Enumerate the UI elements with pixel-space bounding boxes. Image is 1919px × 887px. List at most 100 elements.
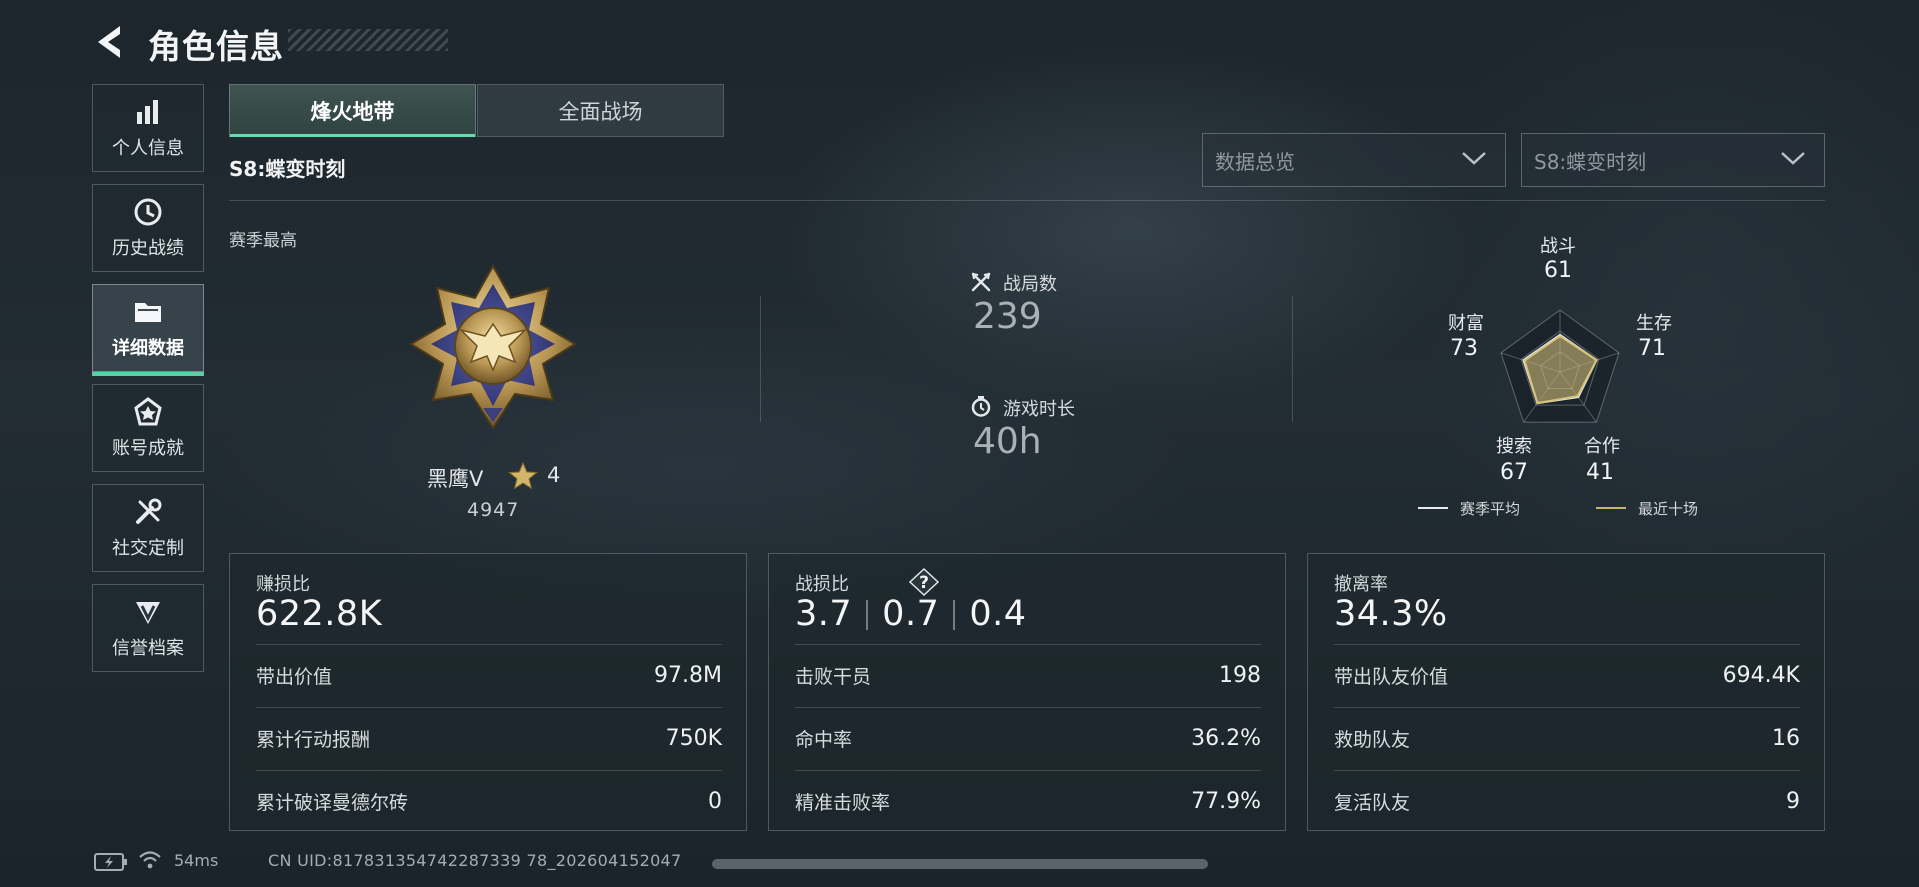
sidebar-item-social-custom[interactable]: 社交定制 bbox=[92, 484, 204, 572]
legend-season-average: 赛季平均 bbox=[1460, 500, 1521, 518]
sidebar-item-personal-info[interactable]: 个人信息 bbox=[92, 84, 204, 172]
kd-value-2: 0.7 bbox=[882, 594, 940, 634]
value-separator bbox=[953, 600, 956, 630]
radar-label-combat: 战斗 bbox=[1540, 236, 1576, 257]
stat-row: 累计破译曼德尔砖 0 bbox=[256, 770, 722, 833]
stat-label: 救助队友 bbox=[1334, 729, 1411, 751]
page-title: 角色信息 bbox=[148, 27, 284, 66]
panel-title: 战损比 bbox=[795, 574, 849, 595]
radar-value-survival: 71 bbox=[1638, 336, 1666, 361]
rank-medal-icon bbox=[409, 263, 577, 430]
panel-title: 赚损比 bbox=[256, 574, 310, 595]
ping-value: 54ms bbox=[174, 851, 219, 870]
stat-value: 0 bbox=[708, 789, 722, 814]
stat-row: 命中率 36.2% bbox=[795, 707, 1261, 770]
radar-value-combat: 61 bbox=[1544, 258, 1572, 283]
sidebar-item-label: 信誉档案 bbox=[112, 638, 184, 659]
sidebar-item-label: 历史战绩 bbox=[112, 238, 184, 259]
vertical-divider bbox=[760, 296, 761, 422]
sidebar-item-label: 社交定制 bbox=[112, 538, 184, 559]
sidebar-item-detailed-data[interactable]: 详细数据 bbox=[92, 284, 204, 376]
radar-value-wealth: 73 bbox=[1450, 336, 1478, 361]
panel-main-value: 3.7 0.7 0.4 bbox=[795, 594, 1027, 634]
section-divider bbox=[229, 200, 1825, 201]
stat-label: 累计破译曼德尔砖 bbox=[256, 792, 409, 814]
bar-chart-icon bbox=[137, 100, 158, 124]
radar-label-teamwork: 合作 bbox=[1584, 436, 1620, 457]
tab-warzone[interactable]: 烽火地带 bbox=[229, 84, 476, 137]
profit-ratio-panel: 赚损比 622.8K 带出价值 97.8M 累计行动报酬 750K 累计破译曼德… bbox=[229, 553, 747, 831]
sidebar-item-credit-profile[interactable]: 信誉档案 bbox=[92, 584, 204, 672]
stat-value: 16 bbox=[1772, 726, 1800, 751]
help-icon[interactable]: ? bbox=[909, 568, 939, 596]
sidebar-item-label: 详细数据 bbox=[112, 338, 184, 359]
stat-label: 命中率 bbox=[795, 729, 853, 751]
legend-season-average-swatch bbox=[1418, 507, 1448, 509]
legend-recent-ten: 最近十场 bbox=[1638, 500, 1699, 518]
stat-row: 救助队友 16 bbox=[1334, 707, 1800, 770]
matches-value: 239 bbox=[973, 296, 1042, 337]
sidebar-item-label: 账号成就 bbox=[112, 438, 184, 459]
kd-value-3: 0.4 bbox=[969, 594, 1027, 634]
battery-charging-icon bbox=[94, 853, 127, 871]
rank-name: 黑鹰V bbox=[427, 467, 484, 491]
radar-value-search: 67 bbox=[1500, 460, 1528, 485]
stat-label: 精准击败率 bbox=[795, 792, 891, 814]
season-select[interactable]: S8:蝶变时刻 bbox=[1521, 133, 1825, 187]
stat-value: 694.4K bbox=[1722, 663, 1800, 688]
rank-score: 4947 bbox=[467, 499, 520, 521]
stat-label: 击败干员 bbox=[795, 666, 872, 688]
kd-value-1: 3.7 bbox=[795, 594, 853, 634]
stat-row: 复活队友 9 bbox=[1334, 770, 1800, 833]
title-decoration bbox=[288, 29, 448, 51]
radar-label-search: 搜索 bbox=[1496, 436, 1532, 457]
extraction-rate-panel: 撤离率 34.3% 带出队友价值 694.4K 救助队友 16 复活队友 9 bbox=[1307, 553, 1825, 831]
legend-recent-ten-swatch bbox=[1596, 507, 1626, 509]
season-best-label: 赛季最高 bbox=[229, 231, 297, 251]
stat-value: 36.2% bbox=[1191, 726, 1261, 751]
panel-main-value: 622.8K bbox=[256, 594, 383, 634]
value-separator bbox=[866, 600, 869, 630]
radar-label-wealth: 财富 bbox=[1448, 313, 1484, 334]
sidebar-item-label: 个人信息 bbox=[112, 138, 184, 159]
user-uid: CN UID:817831354742287339 78_20260415204… bbox=[268, 851, 682, 870]
stat-label: 带出价值 bbox=[256, 666, 333, 688]
credit-shield-icon bbox=[136, 602, 160, 624]
folder-icon bbox=[135, 303, 161, 322]
stat-value: 77.9% bbox=[1191, 789, 1261, 814]
crossed-swords-icon bbox=[971, 272, 991, 292]
radar-value-teamwork: 41 bbox=[1586, 460, 1614, 485]
star-icon bbox=[508, 461, 538, 490]
stat-label: 复活队友 bbox=[1334, 792, 1411, 814]
stat-row: 带出价值 97.8M bbox=[256, 644, 722, 707]
stat-row: 精准击败率 77.9% bbox=[795, 770, 1261, 833]
chevron-down-icon bbox=[1462, 152, 1486, 165]
clock-icon bbox=[134, 198, 162, 226]
horizontal-scrollbar[interactable] bbox=[712, 859, 1208, 869]
stopwatch-icon bbox=[971, 396, 991, 417]
stat-label: 累计行动报酬 bbox=[256, 729, 371, 751]
stat-row: 带出队友价值 694.4K bbox=[1334, 644, 1800, 707]
matches-label: 战局数 bbox=[1003, 274, 1057, 295]
ability-radar-chart bbox=[1500, 309, 1620, 423]
sidebar-item-achievements[interactable]: 账号成就 bbox=[92, 384, 204, 472]
panel-title: 撤离率 bbox=[1334, 574, 1388, 595]
achievement-icon bbox=[134, 397, 162, 426]
tab-full-battlefield[interactable]: 全面战场 bbox=[477, 84, 724, 137]
playtime-label: 游戏时长 bbox=[1003, 399, 1075, 420]
rank-star-count: 4 bbox=[547, 463, 561, 487]
back-arrow-icon[interactable] bbox=[92, 22, 128, 62]
tools-icon bbox=[136, 498, 162, 524]
stat-value: 9 bbox=[1786, 789, 1800, 814]
kd-ratio-panel: 战损比 ? 3.7 0.7 0.4 击败干员 198 命中率 36.2% 精准击败率… bbox=[768, 553, 1286, 831]
data-view-select-value: 数据总览 bbox=[1215, 149, 1295, 174]
vertical-divider bbox=[1292, 296, 1293, 422]
stat-row: 累计行动报酬 750K bbox=[256, 707, 722, 770]
stat-value: 97.8M bbox=[654, 663, 722, 688]
sidebar-item-history[interactable]: 历史战绩 bbox=[92, 184, 204, 272]
stat-row: 击败干员 198 bbox=[795, 644, 1261, 707]
playtime-value: 40h bbox=[973, 421, 1042, 462]
data-view-select[interactable]: 数据总览 bbox=[1202, 133, 1506, 187]
stat-value: 750K bbox=[665, 726, 722, 751]
help-icon-glyph: ? bbox=[919, 573, 929, 593]
